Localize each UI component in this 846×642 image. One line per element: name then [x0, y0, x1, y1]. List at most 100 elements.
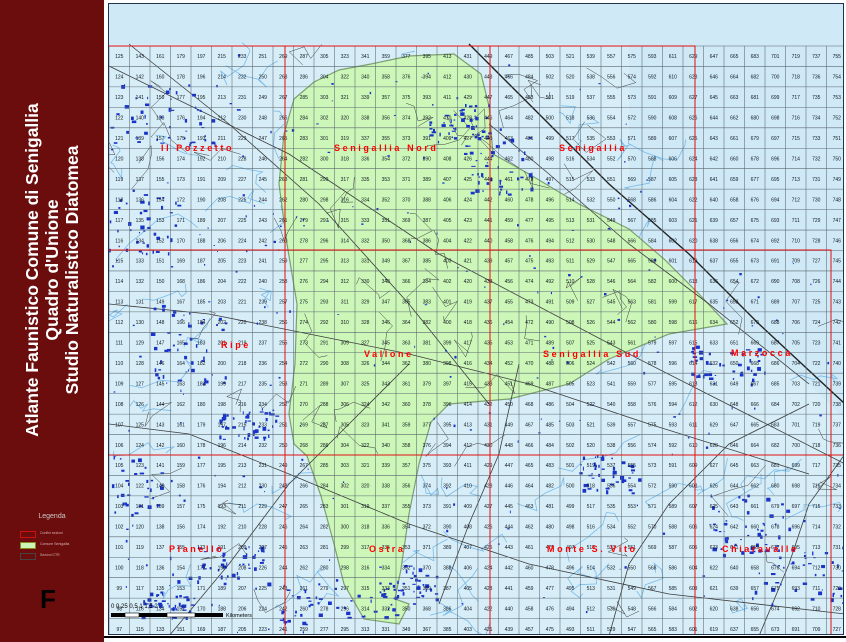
grid-cell-number: 169 — [197, 627, 206, 633]
grid-cell-number: 137 — [156, 545, 165, 551]
grid-cell-number: 139 — [136, 136, 145, 142]
grid-cell-number: 596 — [669, 361, 678, 367]
grid-cell-number: 480 — [525, 156, 534, 162]
grid-cell-number: 241 — [279, 627, 288, 633]
grid-cell-number: 273 — [300, 341, 309, 347]
grid-cell-number: 710 — [812, 606, 821, 612]
grid-cell-number: 716 — [812, 484, 821, 490]
grid-cell-number: 123 — [136, 463, 145, 469]
grid-cell-number: 458 — [525, 606, 534, 612]
grid-cell-number: 503 — [566, 422, 575, 428]
grid-cell-number: 409 — [464, 504, 473, 510]
grid-cell-number: 555 — [628, 463, 637, 469]
grid-cell-number: 184 — [197, 320, 206, 326]
grid-cell-number: 352 — [402, 565, 411, 571]
grid-cell-number: 314 — [361, 606, 370, 612]
legend-swatch-green — [20, 542, 36, 549]
grid-cell-number: 340 — [382, 443, 391, 449]
grid-cell-number: 194 — [218, 484, 227, 490]
grid-cell-number: 397 — [443, 381, 452, 387]
grid-cell-number: 552 — [628, 525, 637, 531]
grid-cell-number: 218 — [238, 361, 247, 367]
grid-cell-number: 656 — [730, 238, 739, 244]
grid-cell-number: 272 — [300, 361, 309, 367]
grid-cell-number: 591 — [669, 463, 678, 469]
grid-cell-number: 698 — [771, 116, 780, 122]
grid-cell-number: 269 — [300, 422, 309, 428]
grid-cell-number: 638 — [710, 238, 719, 244]
grid-cell-number: 408 — [443, 156, 452, 162]
grid-cell-number: 574 — [648, 443, 657, 449]
grid-cell-number: 683 — [771, 422, 780, 428]
grid-cell-number: 233 — [259, 422, 268, 428]
grid-cell-number: 403 — [464, 627, 473, 633]
grid-cell-number: 244 — [259, 197, 268, 203]
grid-cell-number: 613 — [689, 381, 698, 387]
grid-cell-number: 438 — [484, 279, 493, 285]
grid-cell-number: 589 — [669, 504, 678, 510]
grid-cell-number: 331 — [382, 627, 391, 633]
grid-cell-number: 252 — [279, 402, 288, 408]
grid-cell-number: 363 — [402, 341, 411, 347]
grid-cell-number: 593 — [648, 54, 657, 60]
grid-cell-number: 151 — [177, 627, 186, 633]
grid-cell-number: 511 — [587, 627, 595, 633]
grid-cell-number: 347 — [382, 300, 391, 306]
grid-cell-number: 368 — [402, 238, 411, 244]
grid-cell-number: 138 — [156, 525, 165, 531]
grid-cell-number: 229 — [259, 504, 268, 510]
grid-cell-number: 302 — [341, 484, 350, 490]
grid-cell-number: 112 — [115, 320, 123, 326]
title-sidebar: Atlante Faunistico Comune di Senigallia … — [0, 0, 104, 642]
grid-cell-number: 443 — [505, 545, 514, 551]
grid-cell-number: 127 — [136, 381, 145, 387]
sheet-label-marzocca: Marzocca — [731, 348, 793, 358]
grid-cell-number: 678 — [771, 525, 780, 531]
grid-cell-number: 471 — [525, 341, 534, 347]
grid-cell-number: 554 — [607, 116, 616, 122]
grid-cell-number: 381 — [423, 341, 432, 347]
grid-cell-number: 153 — [177, 586, 186, 592]
grid-cell-number: 147 — [156, 341, 165, 347]
grid-cell-number: 579 — [648, 341, 657, 347]
grid-cell-number: 752 — [833, 116, 842, 122]
grid-cell-number: 157 — [177, 504, 186, 510]
grid-cell-number: 262 — [300, 565, 309, 571]
grid-cell-number: 332 — [382, 606, 391, 612]
grid-cell-number: 461 — [505, 177, 514, 183]
grid-cell-number: 450 — [505, 402, 514, 408]
grid-cell-number: 661 — [751, 504, 760, 510]
grid-cell-number: 463 — [525, 504, 534, 510]
grid-cell-number: 465 — [525, 463, 534, 469]
grid-cell-number: 171 — [197, 586, 206, 592]
title-line-1: Atlante Faunistico Comune di Senigallia — [22, 103, 42, 437]
grid-cell-number: 491 — [546, 300, 555, 306]
grid-cell-number: 475 — [525, 259, 534, 265]
grid-cell-number: 169 — [177, 259, 186, 265]
grid-cell-number: 420 — [464, 279, 473, 285]
grid-cell-number: 115 — [136, 627, 144, 633]
grid-cell-number: 139 — [156, 504, 165, 510]
grid-cell-number: 520 — [566, 75, 575, 81]
grid-cell-number: 683 — [751, 54, 760, 60]
grid-cell-number: 681 — [751, 95, 760, 101]
grid-cell-number: 342 — [382, 402, 391, 408]
grid-cell-number: 161 — [156, 54, 165, 60]
grid-cell-number: 428 — [484, 484, 493, 490]
grid-cell-number: 314 — [341, 238, 350, 244]
grid-cell-number: 706 — [792, 320, 801, 326]
grid-cell-number: 615 — [689, 341, 698, 347]
grid-cell-number: 452 — [505, 361, 514, 367]
grid-cell-number: 732 — [812, 156, 821, 162]
grid-cell-number: 517 — [587, 504, 596, 510]
grid-cell-number: 311 — [341, 300, 349, 306]
grid-cell-number: 350 — [402, 606, 411, 612]
grid-cell-number: 402 — [443, 279, 452, 285]
grid-cell-number: 713 — [812, 545, 821, 551]
grid-cell-number: 242 — [259, 238, 268, 244]
grid-cell-number: 476 — [546, 606, 555, 612]
grid-cell-number: 313 — [361, 627, 370, 633]
grid-cell-number: 545 — [607, 300, 616, 306]
grid-cell-number: 301 — [320, 136, 329, 142]
grid-cell-number: 319 — [361, 504, 370, 510]
